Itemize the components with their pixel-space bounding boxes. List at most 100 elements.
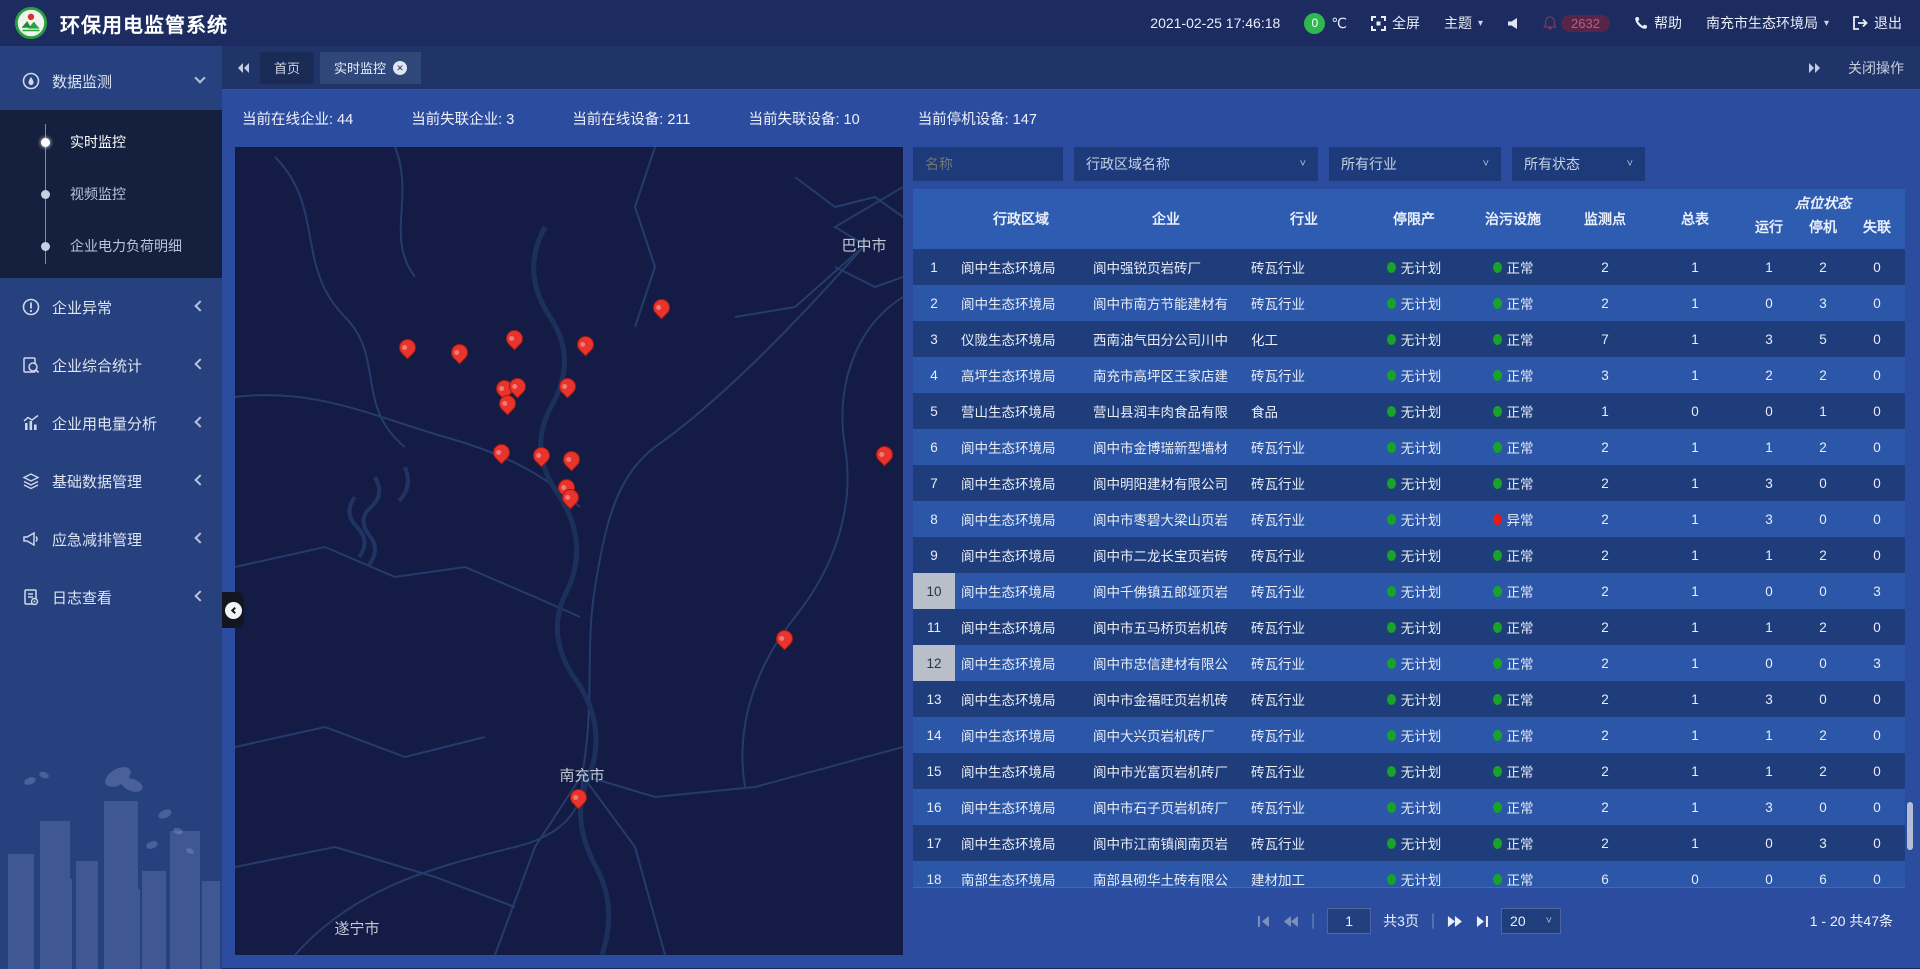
sidebar: 数据监测实时监控视频监控企业电力负荷明细企业异常企业综合统计企业用电量分析基础数… xyxy=(0,46,222,969)
lost-count-cell: 0 xyxy=(1849,249,1905,285)
city-label-南充市: 南充市 xyxy=(559,765,604,786)
monitor-count-cell: 2 xyxy=(1561,717,1649,753)
monitor-count-cell: 7 xyxy=(1561,321,1649,357)
running-count-cell: 1 xyxy=(1741,609,1797,645)
lost-count-cell: 0 xyxy=(1849,357,1905,393)
total-meter-cell: 1 xyxy=(1649,285,1741,321)
chevron-down-icon: ▾ xyxy=(1824,18,1829,29)
sidebar-item-3[interactable]: 企业综合统计 xyxy=(0,336,222,394)
table-row[interactable]: 5营山生态环境局营山县润丰肉食品有限食品无计划正常10010 xyxy=(913,393,1905,429)
sidebar-item-7[interactable]: 日志查看 xyxy=(0,568,222,626)
status-dot-green-icon xyxy=(1493,730,1502,741)
company-cell: 营山县润丰肉食品有限 xyxy=(1087,393,1245,429)
status-dot-green-icon xyxy=(1493,298,1502,309)
table-row[interactable]: 13阆中生态环境局阆中市金福旺页岩机砖砖瓦行业无计划正常21300 xyxy=(913,681,1905,717)
scrollbar-thumb[interactable] xyxy=(1907,802,1913,850)
industry-cell: 砖瓦行业 xyxy=(1245,573,1363,609)
sidebar-subitem[interactable]: 企业电力负荷明细 xyxy=(0,220,222,272)
sidebar-item-4[interactable]: 企业用电量分析 xyxy=(0,394,222,452)
name-filter-input[interactable] xyxy=(925,156,1051,172)
tab-close-icon[interactable]: ✕ xyxy=(393,61,407,75)
monitor-count-cell: 1 xyxy=(1561,393,1649,429)
notification-button[interactable]: 2632 xyxy=(1543,15,1610,32)
sidebar-item-6[interactable]: 应急减排管理 xyxy=(0,510,222,568)
region-filter-select[interactable]: 行政区域名称 ˅ xyxy=(1074,147,1318,181)
table-row[interactable]: 9阆中生态环境局阆中市二龙长宝页岩砖砖瓦行业无计划正常21120 xyxy=(913,537,1905,573)
running-count-cell: 1 xyxy=(1741,429,1797,465)
tabs-scroll-right-button[interactable] xyxy=(1808,62,1822,74)
table-row[interactable]: 8阆中生态环境局阆中市枣碧大梁山页岩砖瓦行业无计划异常21300 xyxy=(913,501,1905,537)
monitor-count-cell: 2 xyxy=(1561,825,1649,861)
monitor-count-cell: 2 xyxy=(1561,429,1649,465)
table-row[interactable]: 14阆中生态环境局阆中大兴页岩机砖厂砖瓦行业无计划正常21120 xyxy=(913,717,1905,753)
table-row[interactable]: 17阆中生态环境局阆中市江南镇阆南页岩砖瓦行业无计划正常21030 xyxy=(913,825,1905,861)
facility-status-cell: 正常 xyxy=(1465,861,1561,887)
page-number-input[interactable] xyxy=(1327,908,1371,934)
table-row[interactable]: 16阆中生态环境局阆中市石子页岩机砖厂砖瓦行业无计划正常21300 xyxy=(913,789,1905,825)
tab-首页[interactable]: 首页 xyxy=(260,52,314,84)
next-page-button[interactable] xyxy=(1447,915,1463,928)
region-cell: 阆中生态环境局 xyxy=(955,249,1087,285)
table-row[interactable]: 18南部生态环境局南部县砌华土砖有限公建材加工无计划正常60060 xyxy=(913,861,1905,887)
column-header-行业: 行业 xyxy=(1245,209,1363,229)
status-dot-green-icon xyxy=(1387,298,1396,309)
logout-button[interactable]: 退出 xyxy=(1853,13,1902,33)
sound-button[interactable] xyxy=(1507,17,1519,30)
name-filter-field[interactable] xyxy=(913,147,1063,181)
row-number-cell: 9 xyxy=(913,537,955,573)
status-filter-select[interactable]: 所有状态 ˅ xyxy=(1512,147,1645,181)
chevron-left-icon xyxy=(194,590,205,601)
stop-plan-cell: 无计划 xyxy=(1363,825,1465,861)
table-row[interactable]: 7阆中生态环境局阆中明阳建材有限公司砖瓦行业无计划正常21300 xyxy=(913,465,1905,501)
table-row[interactable]: 15阆中生态环境局阆中市光富页岩机砖厂砖瓦行业无计划正常21120 xyxy=(913,753,1905,789)
column-header-行政区域: 行政区域 xyxy=(955,209,1087,229)
table-row[interactable]: 6阆中生态环境局阆中市金博瑞新型墙材砖瓦行业无计划正常21120 xyxy=(913,429,1905,465)
stat-item: 当前停机设备: 147 xyxy=(918,108,1037,129)
status-dot-green-icon xyxy=(1387,334,1396,345)
region-cell: 高坪生态环境局 xyxy=(955,357,1087,393)
sidebar-item-1[interactable]: 数据监测 xyxy=(0,52,222,110)
facility-status-label: 正常 xyxy=(1507,869,1534,887)
page-size-select[interactable]: 20 ˅ xyxy=(1501,908,1561,934)
industry-filter-select[interactable]: 所有行业 ˅ xyxy=(1329,147,1501,181)
sidebar-subitem[interactable]: 视频监控 xyxy=(0,168,222,220)
tabs-scroll-left-button[interactable] xyxy=(236,62,250,74)
company-cell: 南充市高坪区王家店建 xyxy=(1087,357,1245,393)
sidebar-menu: 数据监测实时监控视频监控企业电力负荷明细企业异常企业综合统计企业用电量分析基础数… xyxy=(0,46,222,626)
sidebar-item-2[interactable]: 企业异常 xyxy=(0,278,222,336)
close-operations-button[interactable]: 关闭操作 xyxy=(1848,58,1904,78)
lost-count-cell: 0 xyxy=(1849,393,1905,429)
table-row[interactable]: 11阆中生态环境局阆中市五马桥页岩机砖砖瓦行业无计划正常21120 xyxy=(913,609,1905,645)
halted-count-cell: 3 xyxy=(1797,285,1849,321)
stop-plan-label: 无计划 xyxy=(1401,401,1442,421)
theme-button[interactable]: 主题▾ xyxy=(1444,13,1483,33)
fullscreen-button[interactable]: 全屏 xyxy=(1371,13,1420,33)
status-dot-green-icon xyxy=(1493,658,1502,669)
next-page-icon xyxy=(1447,915,1463,928)
stop-plan-cell: 无计划 xyxy=(1363,393,1465,429)
sidebar-collapse-handle[interactable] xyxy=(222,592,244,628)
table-header: 行政区域企业行业停限产治污设施监测点总表点位状态运行停机失联 xyxy=(913,189,1905,249)
lost-count-cell: 0 xyxy=(1849,753,1905,789)
prev-page-button[interactable] xyxy=(1283,915,1299,928)
table-row[interactable]: 3仪陇生态环境局西南油气田分公司川中化工无计划正常71350 xyxy=(913,321,1905,357)
datetime: 2021-02-25 17:46:18 xyxy=(1150,15,1280,31)
running-count-cell: 1 xyxy=(1741,717,1797,753)
table-row[interactable]: 12阆中生态环境局阆中市忠信建材有限公砖瓦行业无计划正常21003 xyxy=(913,645,1905,681)
table-row[interactable]: 10阆中生态环境局阆中千佛镇五郎垭页岩砖瓦行业无计划正常21003 xyxy=(913,573,1905,609)
status-dot-green-icon xyxy=(1387,730,1396,741)
sidebar-subitem[interactable]: 实时监控 xyxy=(0,116,222,168)
table-row[interactable]: 2阆中生态环境局阆中市南方节能建材有砖瓦行业无计划正常21030 xyxy=(913,285,1905,321)
sidebar-item-5[interactable]: 基础数据管理 xyxy=(0,452,222,510)
enterprise-table: 行政区域企业行业停限产治污设施监测点总表点位状态运行停机失联 1阆中生态环境局阆… xyxy=(913,189,1905,887)
first-page-button[interactable] xyxy=(1257,915,1271,928)
table-row[interactable]: 1阆中生态环境局阆中强锐页岩砖厂砖瓦行业无计划正常21120 xyxy=(913,249,1905,285)
org-menu[interactable]: 南充市生态环境局▾ xyxy=(1706,13,1829,33)
table-row[interactable]: 4高坪生态环境局南充市高坪区王家店建砖瓦行业无计划正常31220 xyxy=(913,357,1905,393)
sidebar-item-label: 数据监测 xyxy=(52,71,196,92)
stop-plan-cell: 无计划 xyxy=(1363,249,1465,285)
help-button[interactable]: 帮助 xyxy=(1634,13,1682,33)
tab-实时监控[interactable]: 实时监控✕ xyxy=(320,52,421,84)
last-page-button[interactable] xyxy=(1475,915,1489,928)
map-panel[interactable]: 巴中市南充市遂宁市 xyxy=(235,147,903,955)
